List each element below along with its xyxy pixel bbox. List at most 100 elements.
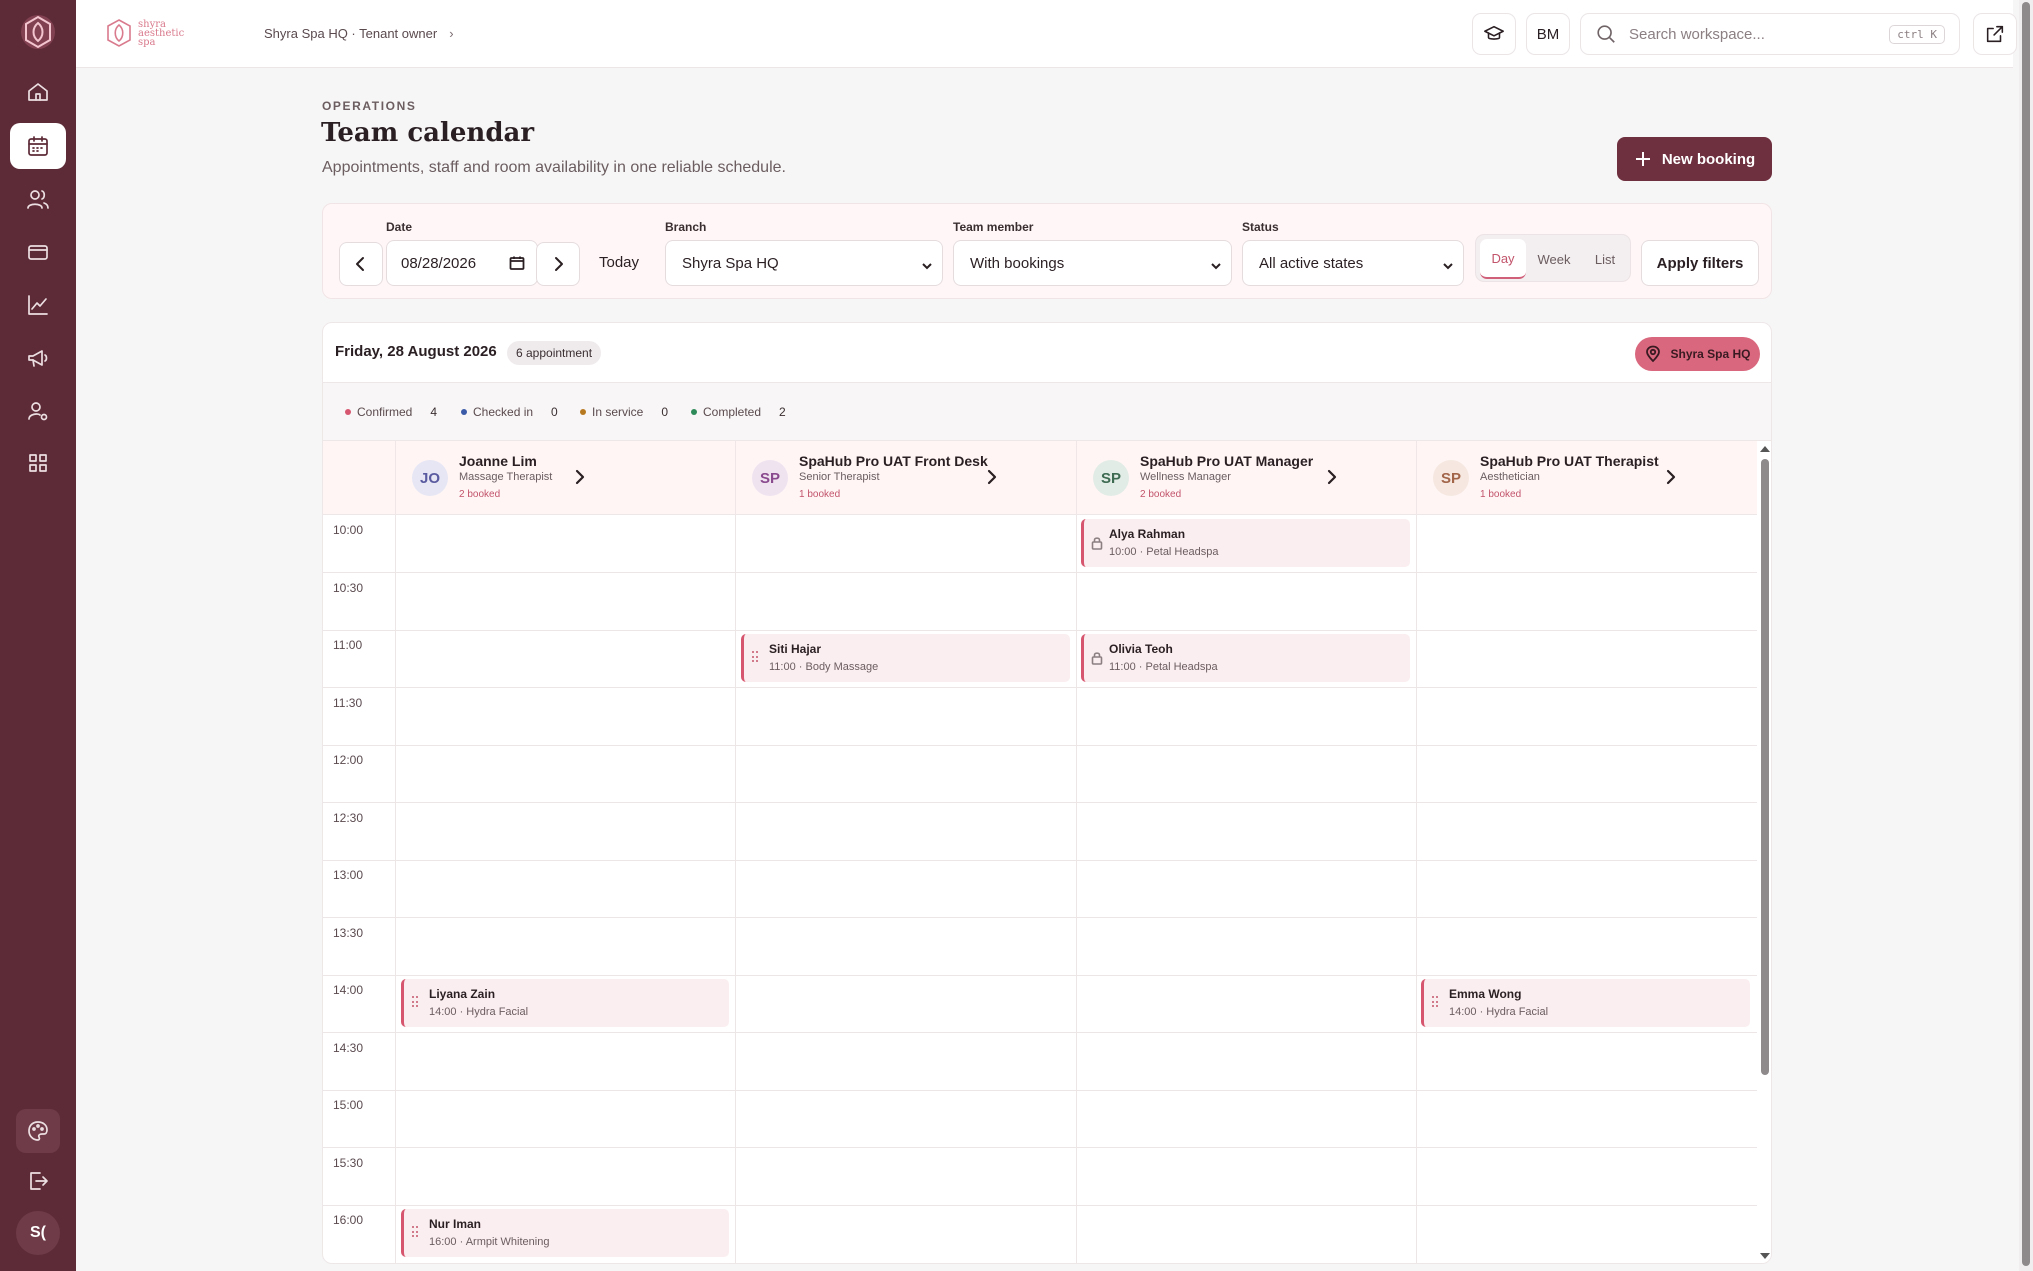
status-dot bbox=[580, 409, 586, 415]
team-member-label: Team member bbox=[953, 220, 1034, 234]
calendar-icon[interactable] bbox=[10, 123, 66, 169]
appointment-card[interactable]: Emma Wong 14:00 · Hydra Facial bbox=[1421, 979, 1750, 1027]
users-icon[interactable] bbox=[10, 176, 66, 222]
app-logo-icon[interactable] bbox=[18, 12, 58, 52]
time-label: 12:00 bbox=[333, 753, 364, 767]
megaphone-icon[interactable] bbox=[10, 335, 66, 381]
status-select[interactable]: All active states bbox=[1242, 240, 1464, 286]
view-switcher: Day Week List bbox=[1475, 234, 1631, 282]
apps-grid-icon[interactable] bbox=[10, 440, 66, 486]
chart-icon[interactable] bbox=[10, 282, 66, 328]
view-day-tab[interactable]: Day bbox=[1480, 239, 1526, 279]
drag-handle-icon[interactable] bbox=[1432, 996, 1438, 1008]
staff-avatar: SP bbox=[1433, 460, 1469, 496]
next-day-button[interactable] bbox=[536, 242, 580, 286]
branch-pill-label: Shyra Spa HQ bbox=[1670, 347, 1751, 361]
user-avatar[interactable]: S( bbox=[16, 1211, 60, 1255]
appointment-client: Alya Rahman bbox=[1109, 527, 1186, 541]
today-button[interactable]: Today bbox=[599, 254, 639, 271]
branch-pill[interactable]: Shyra Spa HQ bbox=[1635, 337, 1760, 371]
time-label: 15:30 bbox=[333, 1156, 364, 1170]
page-scrollbar[interactable] bbox=[2019, 0, 2033, 1271]
logout-icon[interactable] bbox=[16, 1159, 60, 1203]
chevron-right-icon[interactable] bbox=[572, 469, 588, 485]
staff-name: Joanne Lim bbox=[459, 453, 537, 469]
chevron-right-icon[interactable] bbox=[1324, 469, 1340, 485]
date-field[interactable]: 08/28/2026 bbox=[386, 240, 538, 286]
date-value: 08/28/2026 bbox=[401, 254, 477, 272]
appointment-card[interactable]: Siti Hajar 11:00 · Body Massage bbox=[741, 634, 1070, 682]
previous-day-button[interactable] bbox=[339, 242, 383, 286]
search-icon bbox=[1597, 25, 1615, 43]
view-list-tab[interactable]: List bbox=[1582, 239, 1628, 279]
legend-in-service: In service 0 bbox=[580, 405, 668, 419]
date-label: Date bbox=[386, 220, 413, 234]
drag-handle-icon[interactable] bbox=[412, 1226, 418, 1238]
profile-initials-button[interactable]: BM bbox=[1526, 13, 1570, 55]
calendar-panel: Friday, 28 August 2026 6 appointment Shy… bbox=[322, 322, 1772, 1264]
status-label: Status bbox=[1242, 220, 1279, 234]
appointment-card[interactable]: Alya Rahman 10:00 · Petal Headspa bbox=[1081, 519, 1410, 567]
legend-label: Checked in bbox=[473, 405, 534, 419]
staff-booked-count: 1 booked bbox=[1480, 489, 1522, 500]
chevron-right-icon[interactable] bbox=[1663, 469, 1679, 485]
column-line bbox=[1416, 515, 1417, 1263]
calendar-scrollbar[interactable] bbox=[1757, 441, 1771, 1263]
search-input[interactable]: Search workspace... ctrl K bbox=[1580, 13, 1960, 55]
time-label: 16:00 bbox=[333, 1213, 364, 1227]
slot-line bbox=[323, 1090, 1757, 1091]
staff-role: Wellness Manager bbox=[1140, 471, 1231, 483]
home-icon[interactable] bbox=[10, 69, 66, 115]
legend-confirmed: Confirmed 4 bbox=[345, 405, 437, 419]
page-scrollbar-thumb[interactable] bbox=[2022, 2, 2030, 1266]
lock-icon bbox=[1091, 651, 1103, 665]
staff-column-header[interactable]: SP SpaHub Pro UAT Front Desk Senior Ther… bbox=[735, 441, 1076, 515]
search-placeholder: Search workspace... bbox=[1629, 25, 1765, 43]
open-external-button[interactable] bbox=[1973, 13, 2017, 55]
staff-avatar: JO bbox=[412, 460, 448, 496]
scroll-down-arrow-icon[interactable] bbox=[1760, 1253, 1770, 1259]
card-icon[interactable] bbox=[10, 229, 66, 275]
brand-logo[interactable]: shyra aesthetic spa bbox=[106, 18, 184, 48]
appointment-details: 16:00 · Armpit Whitening bbox=[429, 1236, 550, 1248]
staff-booked-count: 2 booked bbox=[1140, 489, 1182, 500]
plus-icon bbox=[1635, 152, 1650, 166]
external-link-icon bbox=[1986, 25, 2004, 43]
breadcrumb[interactable]: Shyra Spa HQ · Tenant owner › bbox=[264, 26, 454, 41]
column-line bbox=[735, 515, 736, 1263]
time-label: 10:30 bbox=[333, 581, 364, 595]
breadcrumb-text: Shyra Spa HQ · Tenant owner bbox=[264, 26, 438, 41]
appointment-client: Olivia Teoh bbox=[1109, 642, 1173, 656]
lock-icon bbox=[1091, 536, 1103, 550]
new-booking-button[interactable]: New booking bbox=[1617, 137, 1772, 181]
staff-role: Massage Therapist bbox=[459, 471, 553, 483]
staff-header-row: JO Joanne Lim Massage Therapist 2 booked… bbox=[323, 441, 1757, 515]
legend-count: 0 bbox=[551, 405, 558, 419]
staff-column-header[interactable]: SP SpaHub Pro UAT Therapist Aesthetician… bbox=[1416, 441, 1757, 515]
staff-column-header[interactable]: SP SpaHub Pro UAT Manager Wellness Manag… bbox=[1076, 441, 1416, 515]
chevron-right-icon[interactable] bbox=[984, 469, 1000, 485]
staff-column-header[interactable]: JO Joanne Lim Massage Therapist 2 booked bbox=[395, 441, 735, 515]
branch-select[interactable]: Shyra Spa HQ bbox=[665, 240, 943, 286]
academy-button[interactable] bbox=[1472, 13, 1516, 55]
view-week-tab[interactable]: Week bbox=[1528, 239, 1580, 279]
user-settings-icon[interactable] bbox=[10, 388, 66, 434]
appointment-card[interactable]: Nur Iman 16:00 · Armpit Whitening bbox=[401, 1209, 729, 1257]
apply-filters-button[interactable]: Apply filters bbox=[1641, 240, 1759, 286]
legend-label: In service bbox=[592, 405, 644, 419]
calendar-picker-icon[interactable] bbox=[509, 255, 525, 271]
drag-handle-icon[interactable] bbox=[752, 651, 758, 663]
appointment-card[interactable]: Olivia Teoh 11:00 · Petal Headspa bbox=[1081, 634, 1410, 682]
staff-booked-count: 1 booked bbox=[799, 489, 841, 500]
palette-icon[interactable] bbox=[16, 1109, 60, 1153]
scrollbar-thumb[interactable] bbox=[1761, 459, 1769, 1075]
calendar-header: Friday, 28 August 2026 6 appointment Shy… bbox=[323, 323, 1771, 383]
legend-label: Confirmed bbox=[357, 405, 413, 419]
team-member-select[interactable]: With bookings bbox=[953, 240, 1232, 286]
drag-handle-icon[interactable] bbox=[412, 996, 418, 1008]
appointment-card[interactable]: Liyana Zain 14:00 · Hydra Facial bbox=[401, 979, 729, 1027]
column-line bbox=[395, 515, 396, 1263]
scroll-up-arrow-icon[interactable] bbox=[1760, 446, 1770, 452]
chevron-down-icon bbox=[1211, 258, 1221, 270]
slot-line bbox=[323, 630, 1757, 631]
